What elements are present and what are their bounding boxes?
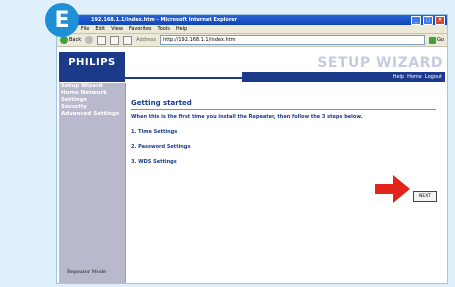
- browser-window: 192.168.1.1/index.htm - Microsoft Intern…: [56, 14, 448, 284]
- mode-label: Repeater Mode: [67, 269, 107, 275]
- menu-edit[interactable]: Edit: [95, 26, 105, 32]
- intro-text: When this is the first time you install …: [131, 114, 363, 120]
- window-controls: _ □ ×: [411, 15, 445, 25]
- back-button[interactable]: Back: [60, 36, 81, 44]
- menu-help[interactable]: Help: [176, 26, 187, 32]
- sidebar-item-setup-wizard[interactable]: Setup Wizard: [59, 83, 125, 90]
- title-divider: [131, 109, 436, 110]
- menu-bar: File Edit View Favorites Tools Help: [57, 25, 447, 34]
- forward-icon[interactable]: [85, 36, 94, 44]
- step-password: 2. Password Settings: [131, 144, 191, 150]
- step-badge: E: [45, 3, 79, 37]
- minimize-icon[interactable]: _: [411, 15, 421, 25]
- logout-link[interactable]: Logout: [425, 74, 442, 80]
- sidebar-item-advanced[interactable]: Advanced Settings: [59, 111, 125, 118]
- stop-icon[interactable]: [97, 35, 107, 45]
- address-value: http://192.168.1.1/index.htm: [163, 37, 236, 43]
- web-page: PHILIPS SETUP WIZARD Help Home Logout Se…: [57, 47, 447, 283]
- back-label: Back: [69, 37, 82, 43]
- go-button[interactable]: Go: [429, 36, 444, 44]
- close-icon[interactable]: ×: [435, 15, 445, 25]
- menu-file[interactable]: File: [81, 26, 89, 32]
- philips-logo: PHILIPS: [59, 52, 125, 72]
- step-wds: 3. WDS Settings: [131, 159, 177, 165]
- top-links-bar: Help Home Logout: [242, 72, 445, 82]
- back-icon: [60, 36, 68, 44]
- go-label: Go: [437, 37, 444, 43]
- toolbar: Back Address http://192.168.1.1/index.ht…: [57, 34, 447, 47]
- nav-strip: [59, 72, 125, 82]
- address-bar[interactable]: http://192.168.1.1/index.htm: [160, 35, 426, 45]
- next-button[interactable]: NEXT: [413, 191, 437, 202]
- page-heading: SETUP WIZARD: [317, 55, 443, 71]
- menu-tools[interactable]: Tools: [158, 26, 170, 32]
- menu-favorites[interactable]: Favorites: [129, 26, 152, 32]
- red-arrow-icon: [375, 175, 410, 203]
- help-link[interactable]: Help: [393, 74, 404, 80]
- step-time: 1. Time Settings: [131, 129, 178, 135]
- section-title: Getting started: [131, 99, 192, 107]
- menu-view[interactable]: View: [111, 26, 123, 32]
- main-panel: Getting started When this is the first t…: [131, 83, 441, 165]
- page: E 192.168.1.1/index.htm - Microsoft Inte…: [0, 0, 455, 287]
- home-link[interactable]: Home: [407, 74, 422, 80]
- refresh-icon[interactable]: [110, 35, 120, 45]
- address-label: Address: [136, 37, 157, 43]
- window-title: 192.168.1.1/index.htm - Microsoft Intern…: [91, 17, 238, 23]
- go-icon: [429, 36, 437, 44]
- title-bar: 192.168.1.1/index.htm - Microsoft Intern…: [57, 15, 447, 25]
- nav-divider: [125, 77, 242, 79]
- sidebar: Setup Wizard Home Network Settings Secur…: [59, 83, 126, 283]
- sidebar-item-security[interactable]: Security: [59, 104, 125, 111]
- sidebar-item-home-network[interactable]: Home Network Settings: [59, 90, 125, 104]
- maximize-icon[interactable]: □: [423, 15, 433, 25]
- home-icon[interactable]: [123, 35, 133, 45]
